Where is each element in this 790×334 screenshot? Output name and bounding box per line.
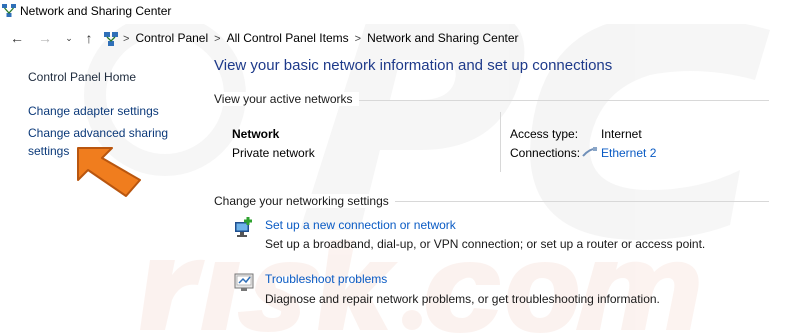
breadcrumb: > Control Panel > All Control Panel Items > N… [123,31,519,45]
forward-arrow-icon[interactable]: → [36,29,54,47]
setup-connection-link[interactable]: Set up a new connection or network [265,218,456,232]
breadcrumb-separator: > [214,33,221,45]
setup-connection-description: Set up a broadband, dial-up, or VPN conn… [265,237,706,251]
control-panel-home-link[interactable]: Control Panel Home [28,68,188,86]
window-title: Network and Sharing Center [20,4,172,18]
troubleshoot-icon [234,273,254,291]
chevron-down-icon[interactable]: ⌄ [60,29,78,47]
page-title: View your basic network information and … [214,57,613,74]
troubleshoot-description: Diagnose and repair network problems, or… [265,292,660,306]
network-divider [500,112,501,172]
access-type-value: Internet [601,127,642,141]
breadcrumb-separator: > [123,33,130,45]
breadcrumb-network-center[interactable]: Network and Sharing Center [367,31,518,45]
back-arrow-icon[interactable]: ← [8,29,26,47]
address-bar: ← → ⌄ ↑ > Control Panel > All Control Panel… [0,27,790,51]
network-type: Private network [232,146,315,160]
title-bar: Network and Sharing Center [0,0,790,24]
callout-arrow-icon [77,147,141,197]
connections-label: Connections: [510,146,581,160]
ethernet-icon [582,147,598,157]
breadcrumb-separator: > [354,33,362,45]
up-arrow-icon[interactable]: ↑ [80,29,98,47]
network-center-icon [2,4,16,17]
ethernet-connection-link[interactable]: Ethernet 2 [601,146,656,160]
breadcrumb-control-panel[interactable]: Control Panel [135,31,208,45]
new-connection-icon [235,217,252,237]
active-networks-heading: View your active networks [214,92,359,106]
network-name: Network [232,127,280,141]
troubleshoot-link[interactable]: Troubleshoot problems [265,272,387,286]
access-type-label: Access type: [510,127,579,141]
change-settings-heading: Change your networking settings [214,194,395,208]
breadcrumb-all-items[interactable]: All Control Panel Items [227,31,349,45]
control-panel-icon [104,32,118,46]
change-adapter-settings-link[interactable]: Change adapter settings [28,102,188,120]
